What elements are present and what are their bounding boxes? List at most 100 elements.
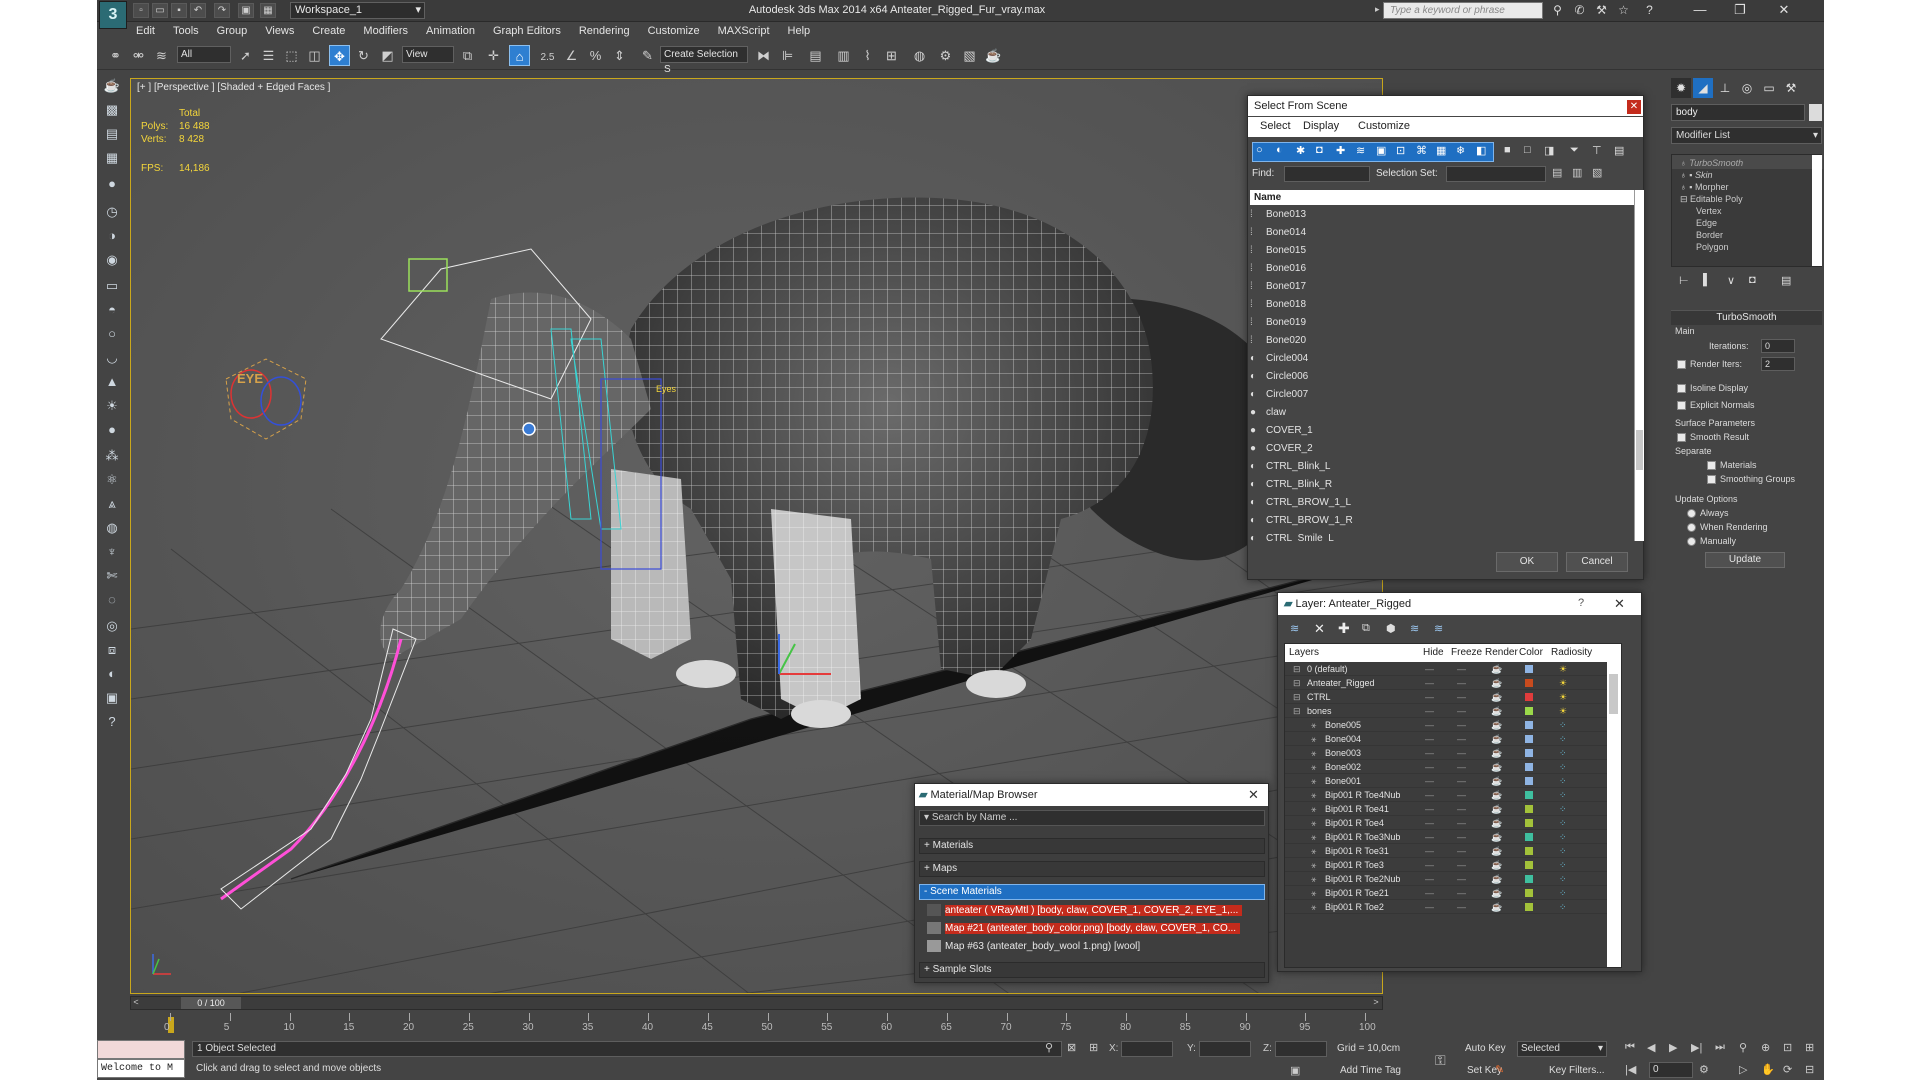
layer-row[interactable]: ⚹ Bip001 R Toe31 — — ☕ ⁘ <box>1285 844 1621 858</box>
mmb-search-dropdown-icon[interactable]: ▾ <box>924 812 932 823</box>
ok-button[interactable]: OK <box>1496 552 1558 572</box>
display-tab-icon[interactable]: ▭ <box>1759 78 1779 98</box>
layer-expand-icon[interactable]: ⚹ <box>1311 816 1316 830</box>
render-teapot-icon[interactable]: ☕ <box>1491 844 1502 858</box>
freeze-toggle[interactable]: — <box>1457 774 1466 788</box>
list-item[interactable]: ● COVER_1 <box>1250 422 1634 440</box>
layer-expand-icon[interactable]: ⚹ <box>1311 900 1316 914</box>
list-item[interactable]: ⁞ Bone015 <box>1250 242 1634 260</box>
mirror-icon[interactable]: ⧓ <box>753 45 774 66</box>
frozen-filter-icon[interactable]: ❄ <box>1456 144 1465 157</box>
field-of-view-icon[interactable]: ▷ <box>1739 1063 1747 1076</box>
key-mode-toggle-icon[interactable]: |◀ <box>1625 1063 1636 1076</box>
hide-toggle[interactable]: — <box>1425 760 1434 774</box>
freeze-toggle[interactable]: — <box>1457 858 1466 872</box>
layer-expand-icon[interactable]: ⚹ <box>1311 788 1316 802</box>
menu-animation[interactable]: Animation <box>417 22 484 40</box>
isolate-selection-icon[interactable]: ⚲ <box>1045 1041 1053 1054</box>
next-frame-icon[interactable]: > <box>1371 997 1381 1009</box>
speaker-icon[interactable]: ◑ <box>102 226 122 246</box>
freeze-toggle[interactable]: — <box>1457 760 1466 774</box>
render-teapot-icon[interactable]: ☕ <box>1491 746 1502 760</box>
spacewarp-filter-icon[interactable]: ≋ <box>1356 144 1365 157</box>
freeze-toggle[interactable]: — <box>1457 690 1466 704</box>
stack-item-skin[interactable]: ♁ ▪ Skin <box>1680 169 1743 181</box>
orbit-icon[interactable]: ⟳ <box>1783 1063 1792 1076</box>
current-frame-input[interactable]: 0 <box>1649 1062 1693 1078</box>
minimize-icon[interactable]: — <box>1680 0 1720 20</box>
snaps-toggle-icon[interactable]: 2.5 <box>537 45 558 66</box>
play-icon[interactable]: ▶ <box>1669 1041 1677 1054</box>
zoom-icon[interactable]: ⚲ <box>1739 1041 1747 1054</box>
reference-coordinate-dropdown[interactable]: View <box>402 46 454 63</box>
add-time-tag-button[interactable]: Add Time Tag <box>1340 1065 1401 1076</box>
layer-expand-icon[interactable]: ⚹ <box>1311 858 1316 872</box>
geometry-filter-icon[interactable]: ○ <box>1256 144 1263 156</box>
zoom-extents-icon[interactable]: ⊡ <box>1783 1041 1792 1054</box>
info-icon[interactable]: ? <box>102 712 122 732</box>
list-item[interactable]: ◐ CTRL_Smile_L <box>1250 530 1634 541</box>
maxscript-output[interactable]: Welcome to M <box>97 1059 185 1078</box>
render-teapot-icon[interactable]: ☕ <box>1491 830 1502 844</box>
hide-toggle[interactable]: — <box>1425 844 1434 858</box>
freeze-toggle[interactable]: — <box>1457 704 1466 718</box>
smoothing-groups-checkbox[interactable]: Smoothing Groups <box>1707 474 1795 485</box>
maximize-viewport-icon[interactable]: ⊟ <box>1805 1063 1814 1076</box>
radiosity-icon[interactable]: ☀ <box>1559 662 1567 676</box>
communication-center-icon[interactable]: ✆ <box>1571 2 1588 19</box>
freeze-toggle[interactable]: — <box>1457 732 1466 746</box>
rectangular-selection-icon[interactable]: ⬚ <box>281 45 302 66</box>
radiosity-icon[interactable]: ⁘ <box>1559 760 1567 774</box>
hide-toggle[interactable]: — <box>1425 830 1434 844</box>
iterations-spinner[interactable]: 0 <box>1761 339 1795 353</box>
layer-color-swatch[interactable] <box>1525 889 1533 897</box>
menu-group[interactable]: Group <box>208 22 257 40</box>
lightbulb-icon[interactable]: ♁ ▪ <box>1680 170 1695 180</box>
wire-icon[interactable]: ◌ <box>102 590 122 610</box>
freeze-toggle[interactable]: — <box>1457 872 1466 886</box>
layer-row[interactable]: ⊟ bones — — ☕ ☀ <box>1285 704 1621 718</box>
list-item[interactable]: ◐ Circle006 <box>1250 368 1634 386</box>
select-and-scale-icon[interactable]: ◩ <box>377 45 398 66</box>
time-slider[interactable]: < 0 / 100 > <box>130 996 1383 1010</box>
radiosity-icon[interactable]: ☀ <box>1559 676 1567 690</box>
stack-scrollbar[interactable] <box>1812 155 1822 266</box>
mmb-group-scene-materials[interactable]: - Scene Materials <box>919 884 1265 900</box>
radiosity-icon[interactable]: ⁘ <box>1559 746 1567 760</box>
stack-item-morpher[interactable]: ♁ ▪ Morpher <box>1680 181 1743 193</box>
select-all-icon[interactable]: ■ <box>1504 144 1511 156</box>
object-color-swatch[interactable] <box>1809 104 1822 121</box>
col-render[interactable]: Render <box>1485 647 1518 658</box>
explicit-normals-checkbox[interactable]: Explicit Normals <box>1677 400 1755 411</box>
hide-toggle[interactable]: — <box>1425 718 1434 732</box>
photo-icon[interactable]: ▩ <box>102 100 122 120</box>
freeze-toggle[interactable]: — <box>1457 802 1466 816</box>
layer-expand-icon[interactable]: ⚹ <box>1311 746 1316 760</box>
material-item[interactable]: anteater ( VRayMtl ) [body, claw, COVER_… <box>927 903 1255 919</box>
layer-color-swatch[interactable] <box>1525 875 1533 883</box>
update-button[interactable]: Update <box>1705 552 1785 568</box>
render-teapot-icon[interactable]: ☕ <box>1491 788 1502 802</box>
render-teapot-icon[interactable]: ☕ <box>1491 802 1502 816</box>
stack-sub-vertex[interactable]: Vertex <box>1680 205 1743 217</box>
sun-icon[interactable]: ☀ <box>102 396 122 416</box>
render-teapot-icon[interactable]: ☕ <box>1491 858 1502 872</box>
sphere-yellow-icon[interactable]: ● <box>102 420 122 440</box>
hide-toggle[interactable]: — <box>1425 662 1434 676</box>
layer-color-swatch[interactable] <box>1525 819 1533 827</box>
render-teapot-icon[interactable]: ☕ <box>1491 872 1502 886</box>
helper-icon[interactable]: ✄ <box>102 566 122 586</box>
layer-color-swatch[interactable] <box>1525 707 1533 715</box>
favorites-star-icon[interactable]: ☆ <box>1615 2 1632 19</box>
window-crossing-icon[interactable]: ◫ <box>304 45 325 66</box>
hold-icon[interactable]: ▣ <box>238 3 254 18</box>
sfs-menu-select[interactable]: Select <box>1260 120 1291 132</box>
layer-row[interactable]: ⚹ Bip001 R Toe4Nub — — ☕ ⁘ <box>1285 788 1621 802</box>
selection-set-add-icon[interactable]: ▤ <box>1552 166 1562 179</box>
freeze-toggle[interactable]: — <box>1457 788 1466 802</box>
rendered-frame-window-icon[interactable]: ▧ <box>959 45 980 66</box>
next-frame-icon[interactable]: ▶| <box>1691 1041 1702 1054</box>
y-coordinate-input[interactable] <box>1199 1041 1251 1057</box>
bone-filter-icon[interactable]: ⌘ <box>1416 144 1427 157</box>
remove-modifier-icon[interactable]: ◘ <box>1749 274 1756 286</box>
